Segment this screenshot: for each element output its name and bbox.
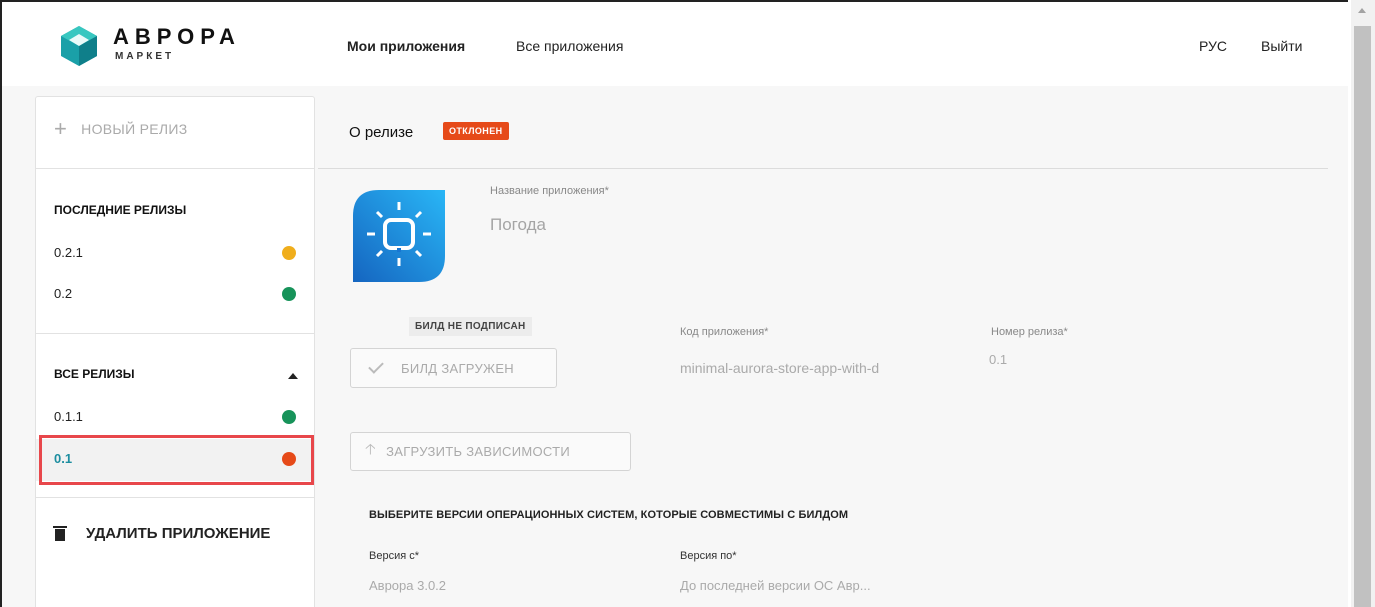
delete-app-label: УДАЛИТЬ ПРИЛОЖЕНИЕ: [86, 525, 271, 542]
scroll-up-arrow-icon[interactable]: [1358, 8, 1366, 13]
all-releases-title: ВСЕ РЕЛИЗЫ: [54, 367, 135, 381]
arrow-up-icon: 🡡: [365, 441, 377, 458]
release-number-field[interactable]: 0.1: [989, 352, 1007, 367]
upload-dependencies-label: ЗАГРУЗИТЬ ЗАВИСИМОСТИ: [386, 444, 571, 459]
os-versions-title: ВЫБЕРИТЕ ВЕРСИИ ОПЕРАЦИОННЫХ СИСТЕМ, КОТ…: [369, 509, 849, 521]
language-switch[interactable]: РУС: [1199, 38, 1227, 54]
release-version: 0.1.1: [54, 409, 83, 424]
vertical-scrollbar[interactable]: [1351, 0, 1375, 607]
divider: [36, 333, 314, 334]
selection-highlight: [39, 435, 314, 485]
new-release-label: НОВЫЙ РЕЛИЗ: [81, 121, 188, 137]
release-version: 0.2.1: [54, 245, 83, 260]
trash-icon: [53, 526, 67, 541]
top-header: АВРОРА МАРКЕТ Мои приложения Все приложе…: [2, 2, 1348, 86]
status-dot: [282, 410, 296, 424]
status-dot: [282, 287, 296, 301]
recent-releases-title: ПОСЛЕДНИЕ РЕЛИЗЫ: [54, 203, 187, 217]
version-to-select[interactable]: До последней версии ОС Авр...: [680, 578, 871, 593]
upload-dependencies-button[interactable]: 🡡 ЗАГРУЗИТЬ ЗАВИСИМОСТИ: [350, 432, 631, 471]
app-name-label: Название приложения*: [490, 185, 609, 197]
nav-my-apps[interactable]: Мои приложения: [347, 38, 465, 54]
scroll-thumb[interactable]: [1354, 26, 1371, 607]
plus-icon: +: [54, 116, 68, 141]
logout-link[interactable]: Выйти: [1261, 38, 1302, 54]
logo-mark-icon: [61, 26, 97, 66]
version-from-select[interactable]: Аврора 3.0.2: [369, 578, 446, 593]
release-sidebar: + НОВЫЙ РЕЛИЗ ПОСЛЕДНИЕ РЕЛИЗЫ 0.2.1 0.2…: [35, 96, 315, 607]
app-code-label: Код приложения*: [680, 326, 769, 338]
divider: [318, 168, 1328, 169]
check-icon: [368, 358, 384, 374]
release-number-label: Номер релиза*: [991, 326, 1068, 338]
status-badge: ОТКЛОНЕН: [443, 122, 509, 140]
release-item-0-1-1[interactable]: 0.1.1: [36, 397, 314, 439]
divider: [36, 168, 314, 169]
status-dot: [282, 246, 296, 260]
app-name-field[interactable]: Погода: [490, 215, 546, 235]
page-title: О релизе: [349, 124, 414, 141]
build-uploaded-button[interactable]: БИЛД ЗАГРУЖЕН: [350, 348, 557, 388]
delete-app-button[interactable]: УДАЛИТЬ ПРИЛОЖЕНИЕ: [53, 525, 271, 542]
build-unsigned-badge: БИЛД НЕ ПОДПИСАН: [409, 317, 532, 336]
collapse-caret-icon[interactable]: [288, 373, 298, 379]
build-uploaded-label: БИЛД ЗАГРУЖЕН: [401, 360, 514, 376]
logo-title: АВРОРА: [113, 24, 241, 49]
version-from-label: Версия с*: [369, 550, 420, 562]
app-code-field[interactable]: minimal-aurora-store-app-with-d: [680, 360, 879, 376]
release-item-0-2[interactable]: 0.2: [36, 274, 314, 316]
logo[interactable]: АВРОРА МАРКЕТ: [57, 24, 287, 70]
divider: [36, 497, 314, 498]
release-version: 0.2: [54, 286, 73, 301]
release-item-0-2-1[interactable]: 0.2.1: [36, 233, 314, 275]
nav-all-apps[interactable]: Все приложения: [516, 38, 623, 54]
new-release-button[interactable]: + НОВЫЙ РЕЛИЗ: [54, 116, 188, 141]
app-weather-icon: [353, 190, 445, 282]
version-to-label: Версия по*: [680, 550, 737, 562]
logo-subtitle: МАРКЕТ: [115, 51, 175, 62]
